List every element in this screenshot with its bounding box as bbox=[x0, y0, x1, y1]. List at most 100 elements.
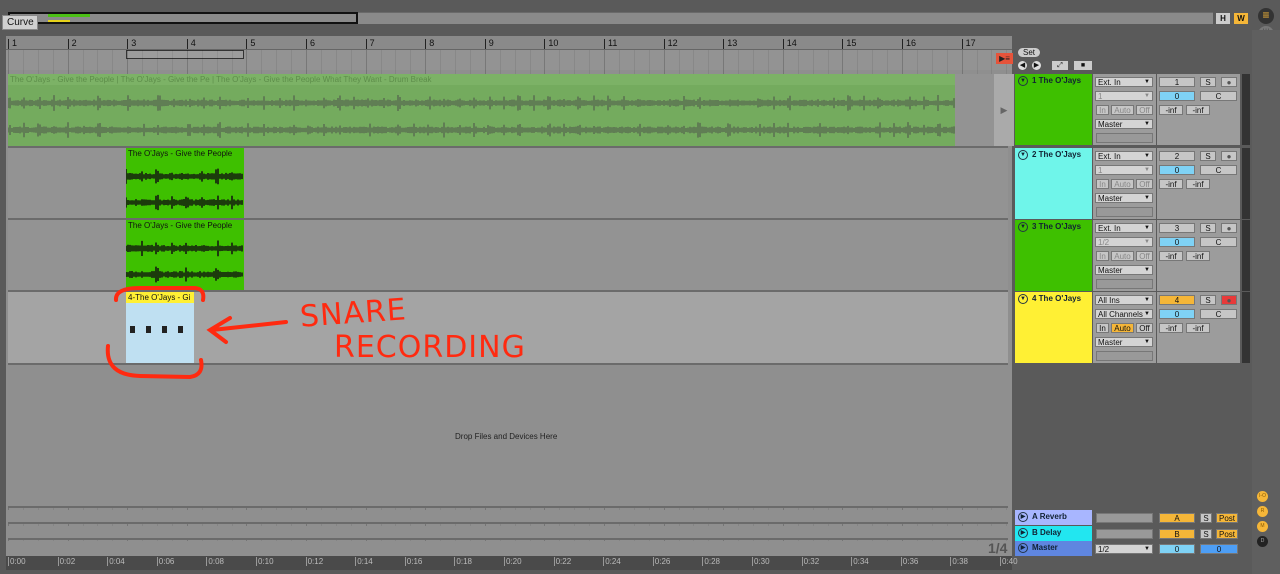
return-b-solo[interactable]: S bbox=[1200, 529, 1212, 539]
side-button-i-o[interactable]: I-O bbox=[1257, 491, 1268, 502]
h-button[interactable]: H bbox=[1216, 13, 1230, 24]
side-button-m[interactable]: M bbox=[1257, 521, 1268, 532]
volume-field[interactable]: 0 bbox=[1159, 165, 1195, 175]
track-activator[interactable]: 3 bbox=[1159, 223, 1195, 233]
return-b-send-button[interactable]: B bbox=[1159, 529, 1195, 539]
track-activator[interactable]: 4 bbox=[1159, 295, 1195, 305]
monitor-auto[interactable]: Auto bbox=[1111, 251, 1134, 261]
output-channel[interactable] bbox=[1096, 351, 1153, 361]
arm-button[interactable]: ● bbox=[1221, 77, 1237, 87]
output-channel[interactable] bbox=[1096, 279, 1153, 289]
input-type-select[interactable]: Ext. In bbox=[1095, 77, 1153, 87]
track-activator[interactable]: 1 bbox=[1159, 77, 1195, 87]
volume-field[interactable]: 0 bbox=[1159, 91, 1195, 101]
expand-icon[interactable]: ⤢ bbox=[1052, 61, 1068, 70]
monitor-off[interactable]: Off bbox=[1136, 105, 1153, 115]
lock-icon[interactable]: ■ bbox=[1074, 61, 1092, 70]
return-a-send-button[interactable]: A bbox=[1159, 513, 1195, 523]
monitor-off[interactable]: Off bbox=[1136, 323, 1153, 333]
expand-icon[interactable]: ▶ bbox=[1018, 528, 1028, 538]
master-header[interactable]: ▶ Master bbox=[1015, 541, 1092, 556]
track-2-lane[interactable]: The O'Jays - Give the People bbox=[8, 148, 1008, 220]
volume-field[interactable]: 0 bbox=[1159, 309, 1195, 319]
arm-button[interactable]: ● bbox=[1221, 295, 1237, 305]
w-button[interactable]: W bbox=[1234, 13, 1248, 24]
output-select[interactable]: Master bbox=[1095, 265, 1153, 275]
monitor-in[interactable]: In bbox=[1096, 179, 1109, 189]
output-select[interactable]: Master bbox=[1095, 193, 1153, 203]
track-header-1[interactable]: ▼ 1 The O'Jays bbox=[1015, 74, 1092, 145]
time-label: 0:10 bbox=[256, 557, 274, 566]
input-type-select[interactable]: Ext. In bbox=[1095, 223, 1153, 233]
volume-field[interactable]: 0 bbox=[1159, 237, 1195, 247]
return-b-header[interactable]: ▶ B Delay bbox=[1015, 526, 1092, 541]
fold-icon[interactable]: ▼ bbox=[1018, 222, 1028, 232]
track-activator[interactable]: 2 bbox=[1159, 151, 1195, 161]
return-a-solo[interactable]: S bbox=[1200, 513, 1212, 523]
input-type-select[interactable]: All Ins bbox=[1095, 295, 1153, 305]
output-channel[interactable] bbox=[1096, 207, 1153, 217]
return-a-lane[interactable] bbox=[8, 510, 1008, 524]
monitor-off[interactable]: Off bbox=[1136, 179, 1153, 189]
fold-icon[interactable]: ▼ bbox=[1018, 294, 1028, 304]
pan-field[interactable]: C bbox=[1200, 165, 1237, 175]
track-header-4[interactable]: ▼ 4 The O'Jays bbox=[1015, 292, 1092, 363]
solo-button[interactable]: S bbox=[1200, 295, 1216, 305]
output-select[interactable]: Master bbox=[1095, 337, 1153, 347]
set-button[interactable]: Set bbox=[1018, 48, 1040, 57]
monitor-auto[interactable]: Auto bbox=[1111, 105, 1134, 115]
return-a-post[interactable]: Post bbox=[1216, 513, 1238, 523]
loop-brace[interactable] bbox=[126, 50, 244, 59]
track-header-3[interactable]: ▼ 3 The O'Jays bbox=[1015, 220, 1092, 291]
input-channel-select[interactable]: 1/2 bbox=[1095, 237, 1153, 247]
solo-button[interactable]: S bbox=[1200, 223, 1216, 233]
pan-field[interactable]: C bbox=[1200, 91, 1237, 101]
time-label: 0:20 bbox=[504, 557, 522, 566]
overview-view-frame[interactable] bbox=[8, 12, 358, 24]
waveform-channel bbox=[8, 122, 955, 138]
solo-button[interactable]: S bbox=[1200, 151, 1216, 161]
menu-icon[interactable]: ≡ bbox=[1258, 8, 1274, 24]
expand-icon[interactable]: ▶ bbox=[1018, 512, 1028, 522]
monitor-in[interactable]: In bbox=[1096, 251, 1109, 261]
solo-button[interactable]: S bbox=[1200, 77, 1216, 87]
grid-readout[interactable]: 1/4 bbox=[988, 540, 1007, 556]
record-to-arrangement-button[interactable]: ▶≡ bbox=[996, 53, 1013, 64]
input-channel-select[interactable]: All Channels bbox=[1095, 309, 1153, 319]
track-header-2[interactable]: ▼ 2 The O'Jays bbox=[1015, 148, 1092, 219]
audio-clip[interactable]: The O'Jays - Give the People | The O'Jay… bbox=[8, 74, 955, 146]
next-locator-icon[interactable]: ▶ bbox=[1032, 61, 1041, 70]
output-channel[interactable] bbox=[1096, 133, 1153, 143]
side-button-r[interactable]: R bbox=[1257, 506, 1268, 517]
beat-ruler[interactable]: 1 2 3 4 5 6 7 8 9 10 11 12 13 14 15 16 17 bbox=[6, 36, 1012, 50]
pan-field[interactable]: C bbox=[1200, 309, 1237, 319]
monitor-in[interactable]: In bbox=[1096, 323, 1109, 333]
master-cue-select[interactable]: 1/2 bbox=[1095, 544, 1153, 554]
monitor-auto[interactable]: Auto bbox=[1111, 179, 1134, 189]
arm-button[interactable]: ● bbox=[1221, 223, 1237, 233]
return-b-lane[interactable] bbox=[8, 526, 1008, 540]
input-type-select[interactable]: Ext. In bbox=[1095, 151, 1153, 161]
track-1-lane[interactable]: The O'Jays - Give the People | The O'Jay… bbox=[8, 74, 1014, 148]
input-channel-select[interactable]: 1 bbox=[1095, 165, 1153, 175]
fold-icon[interactable]: ▼ bbox=[1018, 150, 1028, 160]
master-cue-volume[interactable]: 0 bbox=[1200, 544, 1238, 554]
fold-icon[interactable]: ▼ bbox=[1018, 76, 1028, 86]
monitor-off[interactable]: Off bbox=[1136, 251, 1153, 261]
monitor-in[interactable]: In bbox=[1096, 105, 1109, 115]
input-channel-select[interactable]: 1 bbox=[1095, 91, 1153, 101]
return-a-header[interactable]: ▶ A Reverb bbox=[1015, 510, 1092, 525]
drop-zone[interactable]: Drop Files and Devices Here bbox=[8, 365, 1008, 508]
monitor-auto[interactable]: Auto bbox=[1111, 323, 1134, 333]
expand-icon[interactable]: ▶ bbox=[1018, 543, 1028, 553]
side-button-d[interactable]: D bbox=[1257, 536, 1268, 547]
audio-clip[interactable]: The O'Jays - Give the People bbox=[126, 148, 244, 218]
return-b-post[interactable]: Post bbox=[1216, 529, 1238, 539]
master-lane[interactable] bbox=[8, 541, 1008, 556]
master-volume[interactable]: 0 bbox=[1159, 544, 1195, 554]
prev-locator-icon[interactable]: ◀ bbox=[1018, 61, 1027, 70]
output-select[interactable]: Master bbox=[1095, 119, 1153, 129]
play-clip-icon[interactable]: ▶ bbox=[994, 74, 1014, 146]
pan-field[interactable]: C bbox=[1200, 237, 1237, 247]
arm-button[interactable]: ● bbox=[1221, 151, 1237, 161]
